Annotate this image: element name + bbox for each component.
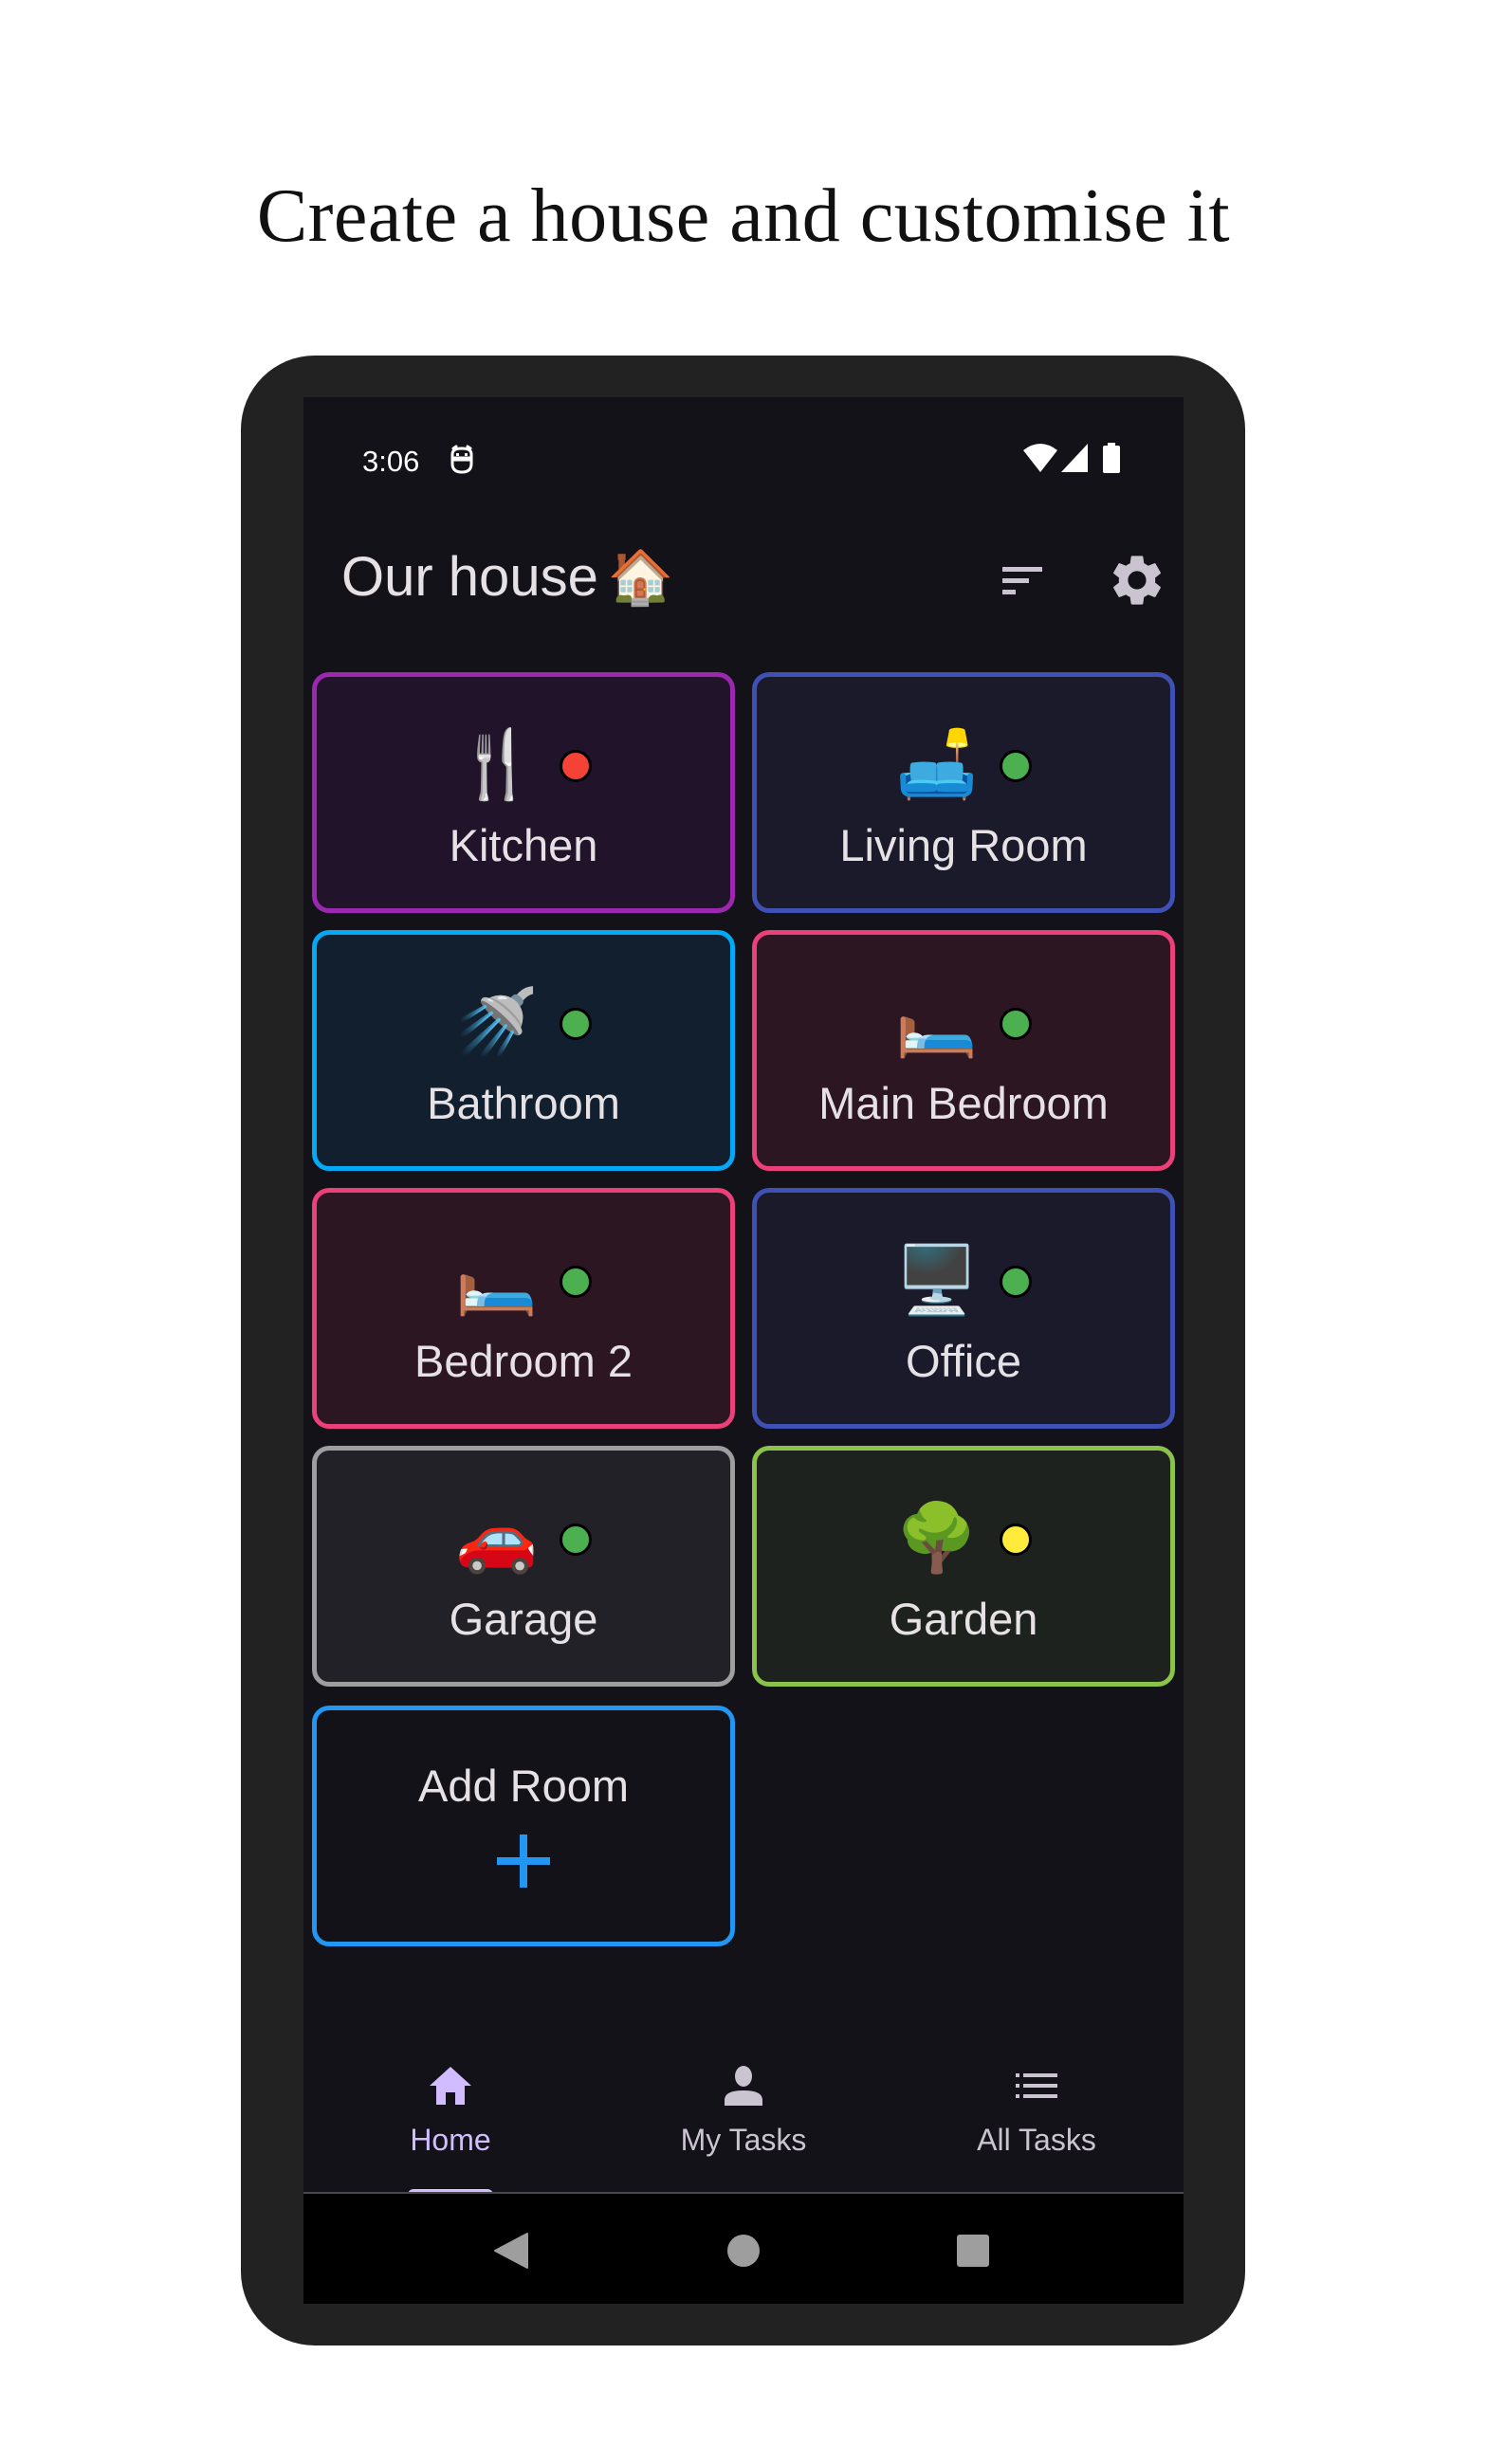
room-name: Garden <box>889 1594 1038 1644</box>
status-indicator <box>560 1008 592 1040</box>
recents-button[interactable] <box>956 2234 990 2268</box>
room-card-kitchen[interactable]: 🍴 Kitchen <box>312 672 735 913</box>
nav-item-my-tasks[interactable]: My Tasks <box>597 2009 890 2193</box>
desktop-computer-icon: 🖥️ <box>895 1241 979 1319</box>
home-icon <box>430 2067 471 2105</box>
home-button[interactable] <box>726 2234 761 2268</box>
room-card-office[interactable]: 🖥️ Office <box>752 1188 1175 1429</box>
battery-icon <box>1103 443 1120 473</box>
couch-and-lamp-icon: 🛋️ <box>895 725 979 803</box>
status-indicator <box>1000 1524 1032 1556</box>
room-icon-row: 🍴 <box>317 721 730 808</box>
bed-icon: 🛏️ <box>455 1241 539 1319</box>
status-indicator <box>1000 1008 1032 1040</box>
shower-icon: 🚿 <box>455 983 539 1061</box>
house-icon: 🏠 <box>607 547 674 607</box>
page-title: Our house 🏠 <box>341 539 674 615</box>
room-card-living-room[interactable]: 🛋️ Living Room <box>752 672 1175 913</box>
status-time: 3:06 <box>362 445 420 478</box>
status-indicator <box>560 750 592 782</box>
system-navigation-bar <box>303 2194 1184 2304</box>
cell-signal-icon <box>1061 444 1088 472</box>
status-indicator <box>1000 750 1032 782</box>
add-room-label: Add Room <box>417 1761 630 1811</box>
person-icon <box>725 2066 762 2106</box>
status-indicator <box>560 1266 592 1298</box>
room-icon-row: 🖥️ <box>757 1236 1170 1323</box>
status-indicator <box>560 1524 592 1556</box>
room-name: Garage <box>449 1594 598 1644</box>
back-button[interactable] <box>493 2232 529 2270</box>
room-icon-row: 🛏️ <box>317 1236 730 1323</box>
car-icon: 🚗 <box>455 1499 539 1577</box>
fork-and-knife-icon: 🍴 <box>455 725 539 803</box>
sort-button[interactable] <box>991 551 1059 619</box>
nav-label-all-tasks: All Tasks <box>977 2123 1096 2157</box>
page-title-text: Our house <box>341 546 598 608</box>
room-name: Kitchen <box>449 820 598 870</box>
app-notification-icon <box>450 445 473 474</box>
nav-item-home[interactable]: Home <box>303 2009 597 2195</box>
room-name: Bedroom 2 <box>414 1336 633 1386</box>
phone-screen: 3:06 Our house 🏠 🍴 Kitchen 🛋️ Living Roo… <box>303 397 1184 2304</box>
bed-icon: 🛏️ <box>895 983 979 1061</box>
gear-icon <box>1113 556 1161 605</box>
bottom-navigation: Home My Tasks All Tasks <box>303 2009 1184 2195</box>
tree-icon: 🌳 <box>895 1499 979 1577</box>
room-card-bathroom[interactable]: 🚿 Bathroom <box>312 930 735 1171</box>
nav-item-all-tasks[interactable]: All Tasks <box>890 2009 1184 2193</box>
room-card-garage[interactable]: 🚗 Garage <box>312 1446 735 1687</box>
room-card-main-bedroom[interactable]: 🛏️ Main Bedroom <box>752 930 1175 1171</box>
room-name: Bathroom <box>427 1078 620 1128</box>
room-card-bedroom-2[interactable]: 🛏️ Bedroom 2 <box>312 1188 735 1429</box>
nav-label-home: Home <box>410 2123 491 2157</box>
room-name: Main Bedroom <box>818 1078 1109 1128</box>
sort-icon <box>1002 567 1042 594</box>
nav-label-my-tasks: My Tasks <box>680 2123 807 2157</box>
room-card-garden[interactable]: 🌳 Garden <box>752 1446 1175 1687</box>
room-icon-row: 🛏️ <box>757 978 1170 1066</box>
wifi-icon <box>1023 444 1057 472</box>
room-icon-row: 🚗 <box>317 1494 730 1581</box>
status-indicator <box>1000 1266 1032 1298</box>
room-icon-row: 🌳 <box>757 1494 1170 1581</box>
room-name: Living Room <box>839 820 1088 870</box>
settings-button[interactable] <box>1100 543 1174 617</box>
list-icon <box>1016 2073 1057 2098</box>
room-icon-row: 🛋️ <box>757 721 1170 808</box>
headline: Create a house and customise it <box>256 174 1231 258</box>
add-room-button[interactable]: Add Room <box>312 1706 735 1946</box>
room-icon-row: 🚿 <box>317 978 730 1066</box>
plus-icon <box>497 1834 550 1888</box>
room-name: Office <box>906 1336 1021 1386</box>
